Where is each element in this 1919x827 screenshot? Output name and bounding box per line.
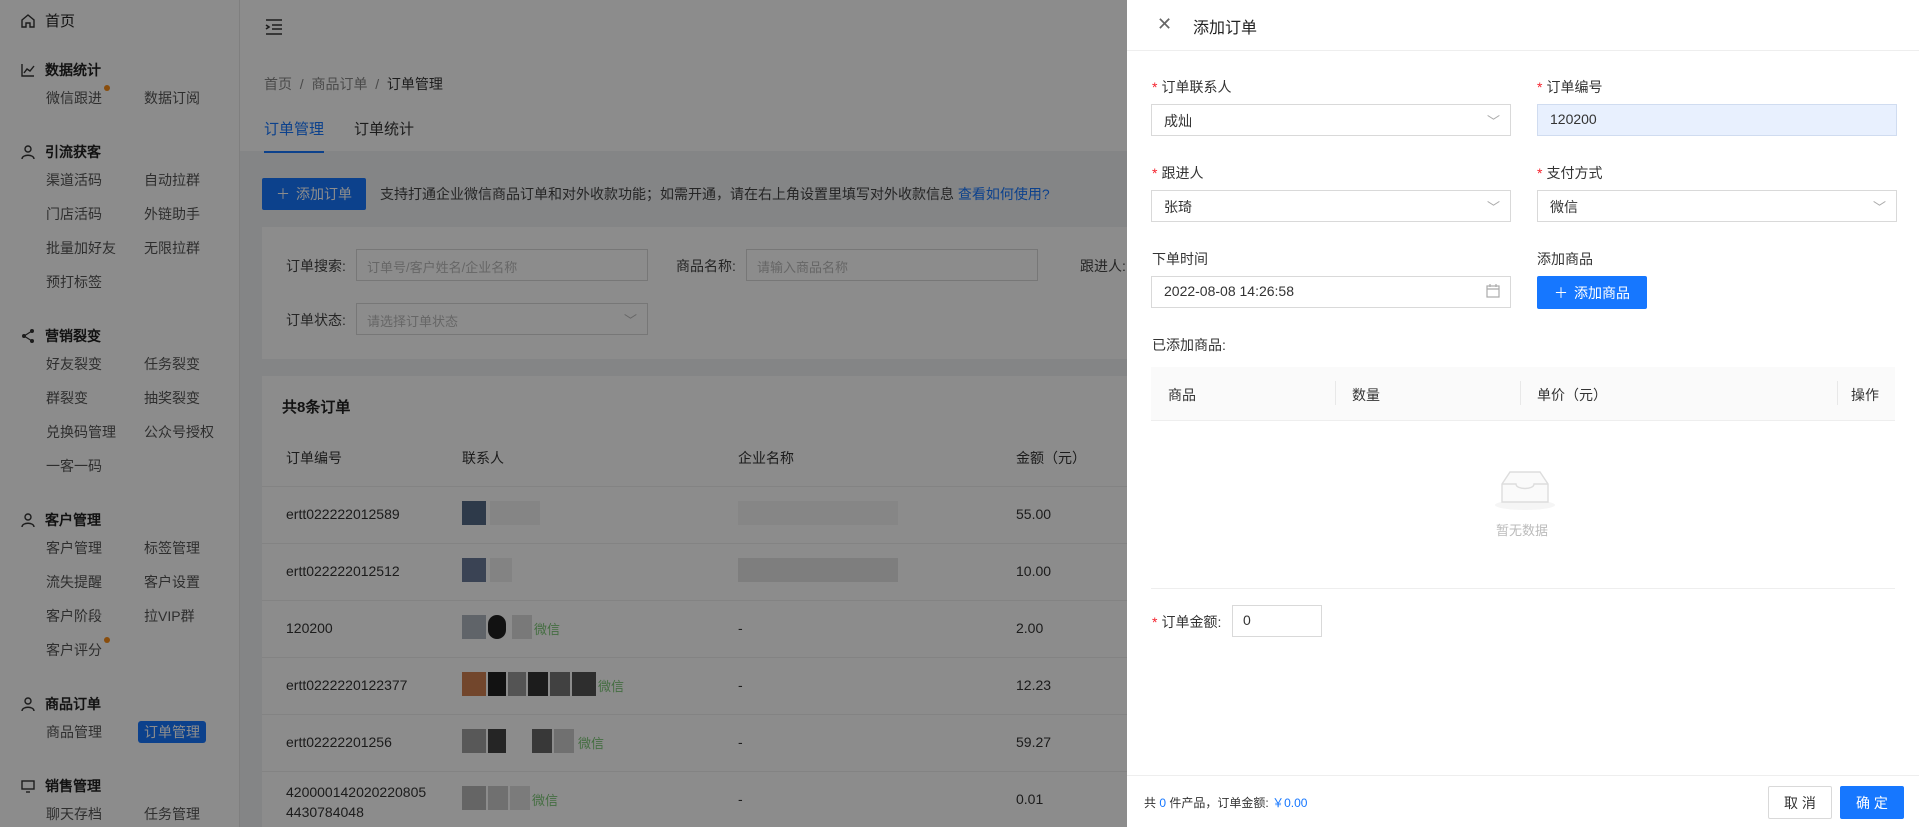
order-time-picker[interactable]: 2022-08-08 14:26:58 <box>1151 276 1511 308</box>
divider <box>1151 588 1895 589</box>
contact-select[interactable]: 成灿 ﹀ <box>1151 104 1511 136</box>
goods-col-header: 商品 <box>1168 387 1196 403</box>
drawer-footer: 共 0 件产品，订单金额: ￥0.00 取 消 确 定 <box>1127 775 1919 827</box>
goods-table-header: 商品 数量 单价（元） 操作 <box>1151 367 1895 421</box>
follower-label: * 跟进人 <box>1152 165 1204 181</box>
goods-col-header: 数量 <box>1352 387 1380 403</box>
add-goods-label: 添加商品 <box>1537 251 1593 267</box>
pay-method-label: * 支付方式 <box>1537 165 1603 181</box>
add-order-drawer: ✕ 添加订单 * 订单联系人 成灿 ﹀ * 订单编号 120200 * 跟进人 张琦 ﹀ … <box>1127 0 1919 827</box>
order-time-label: 下单时间 <box>1152 251 1208 267</box>
chevron-down-icon: ﹀ <box>1872 200 1886 215</box>
cancel-button[interactable]: 取 消 <box>1768 786 1832 819</box>
pay-method-select[interactable]: 微信 ﹀ <box>1537 190 1897 222</box>
goods-col-header: 操作 <box>1851 387 1879 403</box>
plus-icon: ＋ <box>1554 284 1568 301</box>
chevron-down-icon: ﹀ <box>1486 114 1500 129</box>
order-no-label: * 订单编号 <box>1537 79 1603 95</box>
goods-col-header: 单价（元） <box>1537 387 1607 403</box>
added-goods-label: 已添加商品: <box>1152 337 1226 353</box>
order-amount-label: * 订单金额: <box>1152 614 1222 630</box>
contact-label: * 订单联系人 <box>1152 79 1232 95</box>
chevron-down-icon: ﹀ <box>1486 200 1500 215</box>
drawer-header: ✕ 添加订单 <box>1127 0 1919 51</box>
empty-text: 暂无数据 <box>1495 523 1548 538</box>
confirm-button[interactable]: 确 定 <box>1840 786 1904 819</box>
order-no-input[interactable]: 120200 <box>1537 104 1897 136</box>
follower-select[interactable]: 张琦 ﹀ <box>1151 190 1511 222</box>
close-icon[interactable]: ✕ <box>1157 14 1172 35</box>
add-goods-button[interactable]: ＋ 添加商品 <box>1537 276 1647 309</box>
empty-inbox-icon <box>1494 470 1556 513</box>
calendar-icon <box>1486 284 1500 301</box>
add-goods-button-label: 添加商品 <box>1574 284 1630 301</box>
order-summary: 共 0 件产品，订单金额: ￥0.00 <box>1144 796 1308 810</box>
order-amount-input[interactable]: 0 <box>1232 605 1322 637</box>
drawer-title: 添加订单 <box>1193 20 1258 37</box>
